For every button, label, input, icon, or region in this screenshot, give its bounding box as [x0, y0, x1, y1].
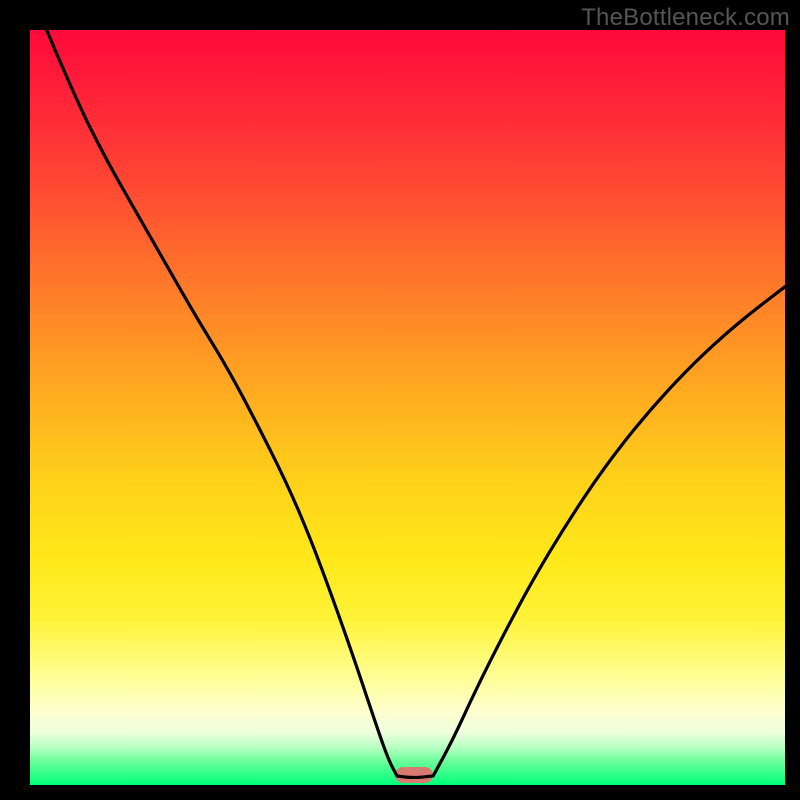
bottleneck-curve [30, 30, 785, 785]
plot-area [30, 30, 785, 785]
watermark-text: TheBottleneck.com [581, 4, 790, 32]
chart-frame: TheBottleneck.com [0, 0, 800, 800]
curve-path [47, 30, 785, 777]
